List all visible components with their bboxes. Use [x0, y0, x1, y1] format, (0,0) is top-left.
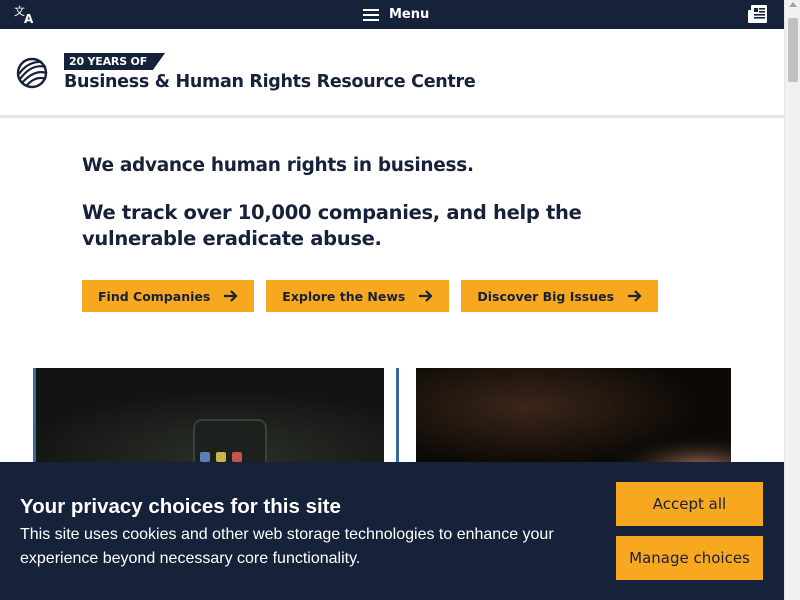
site-header: 20 YEARS OF Business & Human Rights Reso… — [0, 29, 784, 118]
scroll-up-arrow-icon[interactable] — [789, 2, 797, 7]
menu-button[interactable]: Menu — [363, 0, 429, 29]
manage-choices-button[interactable]: Manage choices — [616, 536, 763, 580]
find-companies-label: Find Companies — [98, 288, 211, 304]
scrollbar-thumb[interactable] — [788, 18, 798, 82]
arrow-right-icon — [224, 290, 238, 302]
card-divider — [396, 368, 399, 468]
hero-actions: Find Companies Explore the News Discover… — [82, 280, 659, 312]
page: 文 A Menu 20 YEARS OF Business & Human Ri… — [0, 0, 800, 600]
cookie-consent-banner: Your privacy choices for this site This … — [0, 462, 784, 600]
accept-all-button[interactable]: Accept all — [616, 482, 763, 526]
anniversary-badge: 20 YEARS OF — [64, 53, 166, 70]
newspaper-icon[interactable] — [748, 4, 768, 24]
explore-news-button[interactable]: Explore the News — [266, 280, 450, 312]
hero-tagline: We advance human rights in business. — [82, 155, 474, 176]
explore-news-label: Explore the News — [282, 288, 406, 304]
translate-icon[interactable]: 文 A — [14, 4, 36, 24]
cookie-banner-text: This site uses cookies and other web sto… — [20, 526, 554, 567]
hamburger-icon — [363, 8, 379, 21]
hero-mission: We track over 10,000 companies, and help… — [82, 201, 582, 250]
page-scrollbar[interactable] — [784, 0, 800, 600]
discover-issues-button[interactable]: Discover Big Issues — [461, 280, 659, 312]
menu-label: Menu — [389, 7, 430, 22]
find-companies-button[interactable]: Find Companies — [82, 280, 255, 312]
discover-issues-label: Discover Big Issues — [477, 288, 615, 304]
cookie-banner-title: Your privacy choices for this site — [20, 495, 341, 518]
site-title[interactable]: Business & Human Rights Resource Centre — [64, 72, 476, 92]
top-navigation-bar: 文 A Menu — [0, 0, 784, 29]
globe-logo-icon[interactable] — [16, 57, 48, 89]
svg-text:A: A — [24, 12, 34, 24]
arrow-right-icon — [628, 290, 642, 302]
arrow-right-icon — [419, 290, 433, 302]
